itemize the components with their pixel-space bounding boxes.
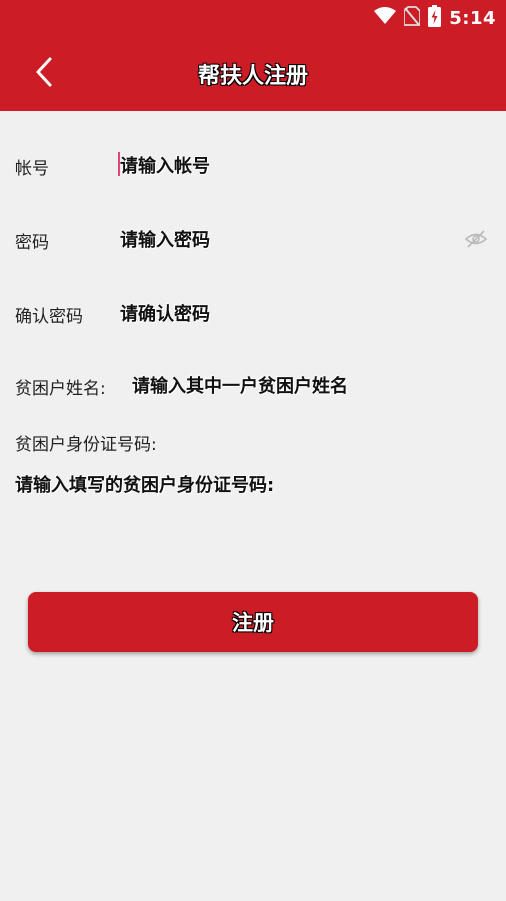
password-row: 密码 xyxy=(0,214,506,264)
battery-charging-icon xyxy=(428,5,442,31)
poor-household-id-input[interactable] xyxy=(15,472,485,498)
poor-household-name-input[interactable] xyxy=(132,373,482,399)
poor-household-name-row: 贫困户姓名: xyxy=(0,360,506,410)
status-icons: 5:14 xyxy=(374,5,496,31)
toolbar: 帮扶人注册 xyxy=(0,36,506,111)
status-time: 5:14 xyxy=(449,7,496,29)
register-button[interactable]: 注册 xyxy=(28,592,478,652)
no-sim-icon xyxy=(403,6,422,30)
status-bar: 5:14 xyxy=(0,0,506,36)
wifi-icon xyxy=(374,7,397,29)
poor-household-id-row: 贫困户身份证号码: xyxy=(0,426,506,506)
account-input[interactable] xyxy=(120,153,480,179)
confirm-password-input[interactable] xyxy=(120,301,480,327)
eye-off-icon[interactable] xyxy=(464,229,488,249)
account-row: 帐号 xyxy=(0,140,506,190)
password-label: 密码 xyxy=(15,233,49,253)
app-bar: 5:14 帮扶人注册 xyxy=(0,0,506,111)
confirm-password-label: 确认密码 xyxy=(15,307,83,327)
account-label: 帐号 xyxy=(15,159,49,179)
poor-household-name-label: 贫困户姓名: xyxy=(15,379,106,399)
password-input[interactable] xyxy=(120,227,450,253)
page-title: 帮扶人注册 xyxy=(197,64,308,89)
poor-household-id-label: 贫困户身份证号码: xyxy=(15,435,157,455)
confirm-password-row: 确认密码 xyxy=(0,288,506,338)
